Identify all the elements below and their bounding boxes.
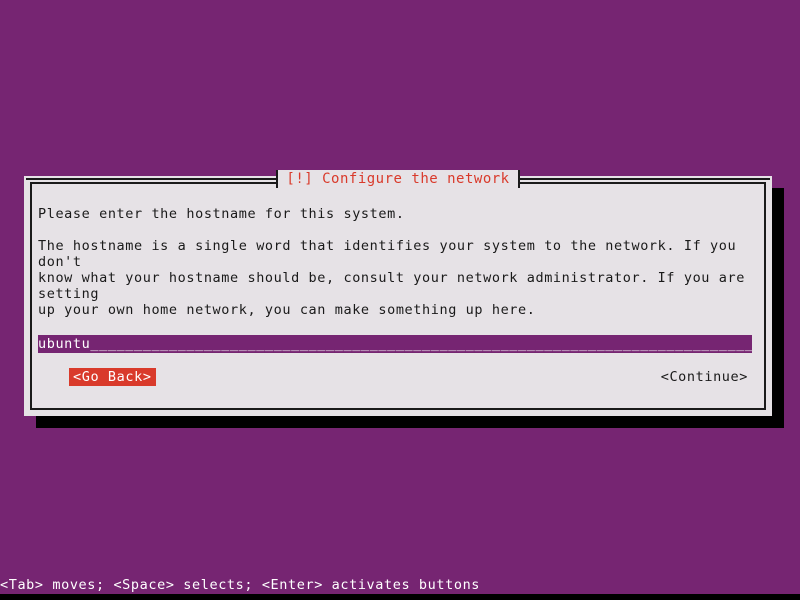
status-bar-hint: <Tab> moves; <Space> selects; <Enter> ac… [0, 576, 800, 594]
titlebar-rule-left [26, 178, 277, 180]
explanation-text: The hostname is a single word that ident… [38, 238, 745, 318]
intro-text: Please enter the hostname for this syste… [38, 206, 405, 222]
go-back-button[interactable]: <Go Back> [69, 368, 156, 386]
titlebar-rule-right [519, 178, 770, 180]
installer-screen: [!] Configure the network Please enter t… [0, 0, 800, 600]
continue-button[interactable]: <Continue> [657, 368, 752, 386]
dialog-button-row: <Go Back> <Continue> [38, 368, 752, 386]
dialog-titlebar: [!] Configure the network [24, 170, 772, 188]
hostname-input[interactable]: ubuntu__________________________________… [38, 335, 752, 353]
dialog-title: [!] Configure the network [278, 170, 518, 188]
bottom-black-strip [0, 594, 800, 600]
